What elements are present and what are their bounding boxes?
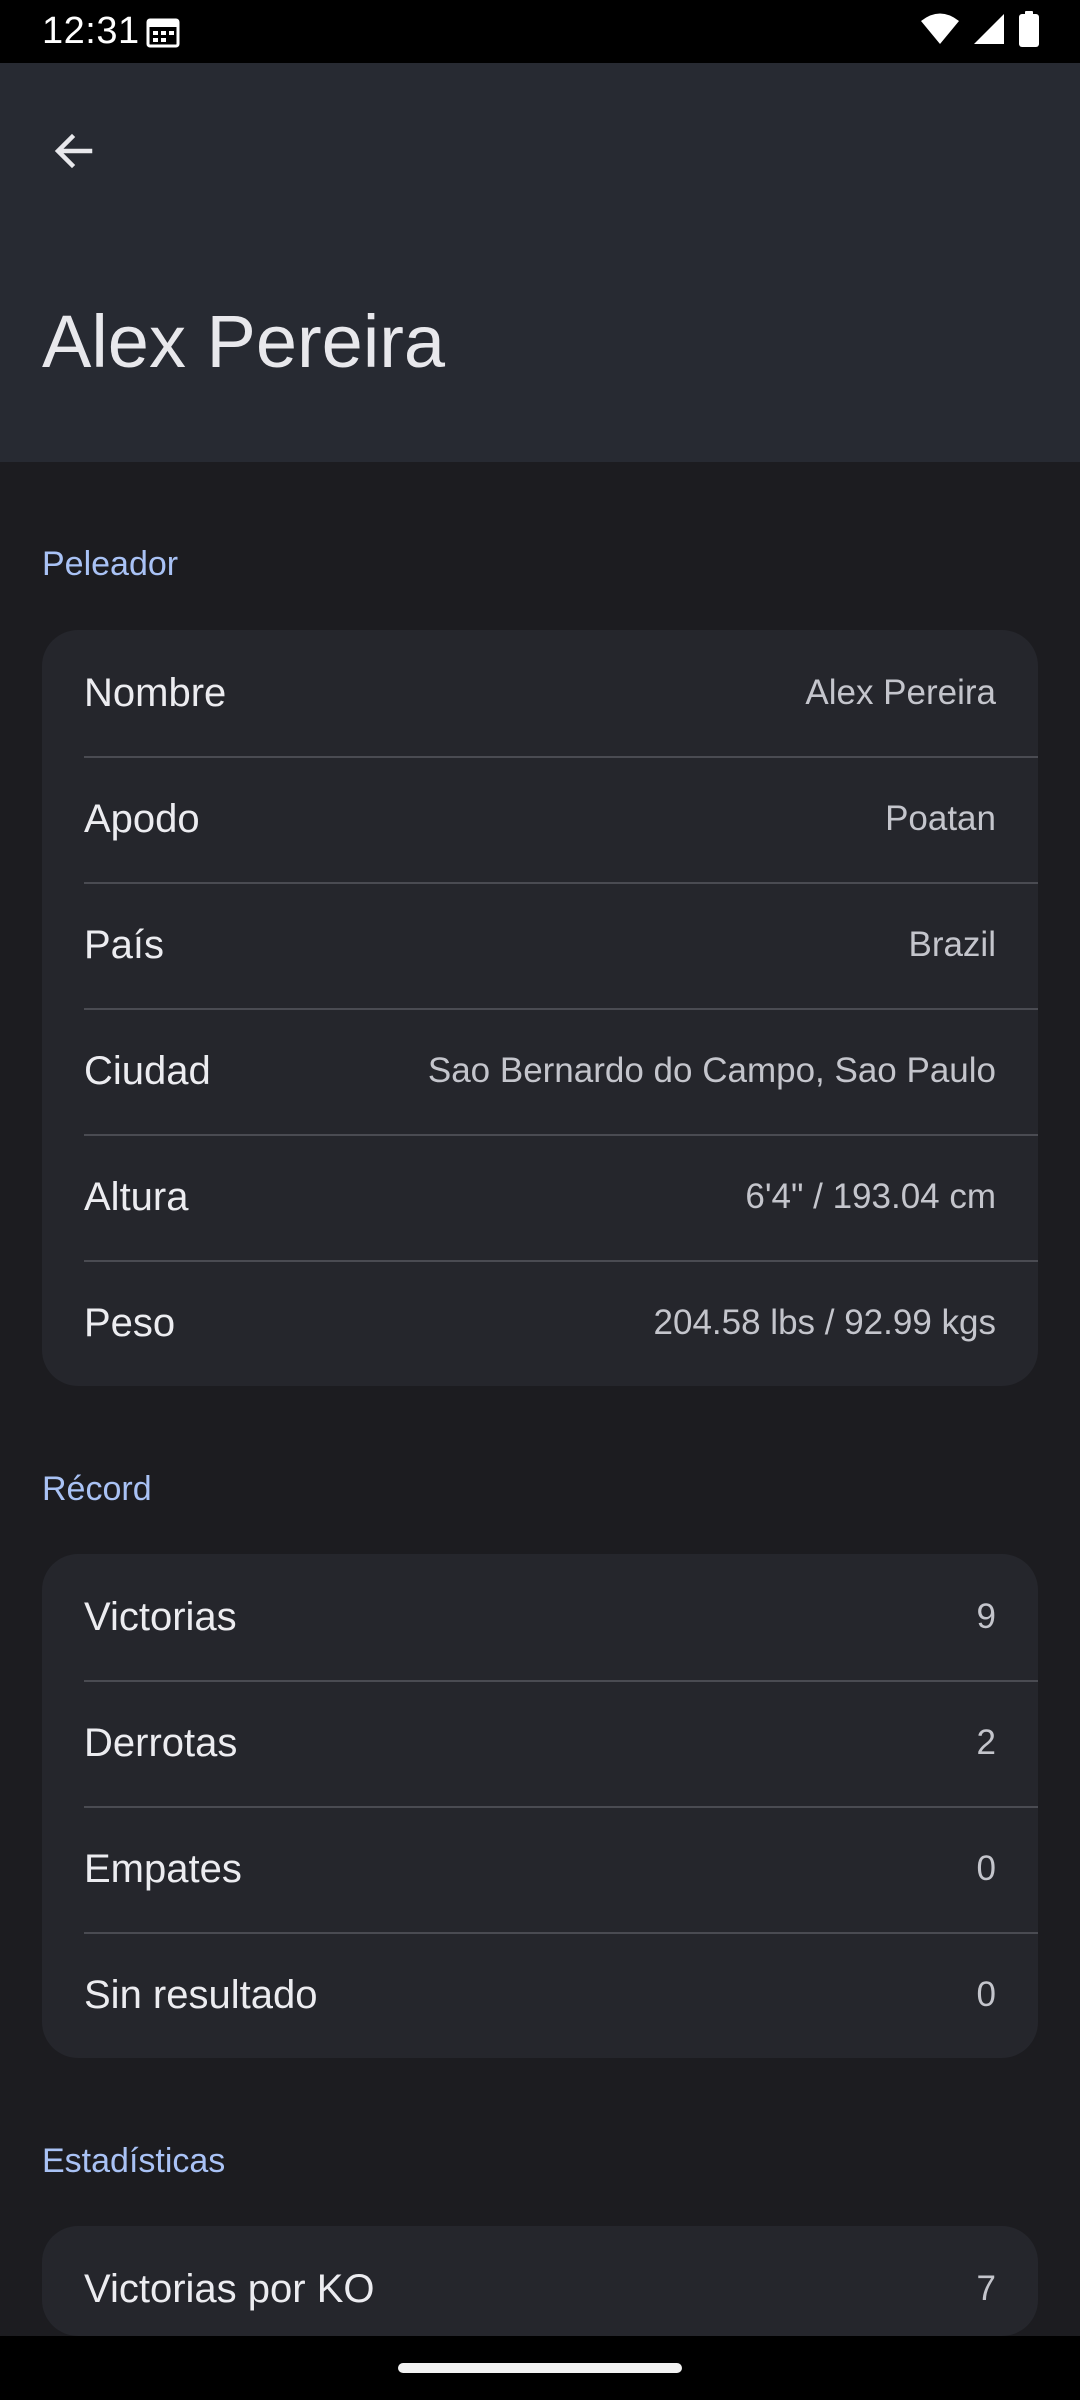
arrow-back-icon	[50, 127, 98, 180]
stats-card: Victorias por KO 7	[42, 2226, 1038, 2336]
row-value: 2	[976, 1723, 996, 1762]
home-gesture-handle[interactable]	[398, 2363, 682, 2373]
row-value: 0	[976, 1975, 996, 2014]
list-item: País Brazil	[42, 882, 1038, 1008]
row-value: 0	[976, 1849, 996, 1888]
row-label: Ciudad	[84, 1048, 211, 1093]
row-label: Apodo	[84, 796, 200, 841]
list-item: Apodo Poatan	[42, 756, 1038, 882]
row-label: Nombre	[84, 670, 227, 715]
row-value: Sao Bernardo do Campo, Sao Paulo	[427, 1051, 996, 1090]
row-label: Victorias	[84, 1594, 237, 1639]
navigation-bar	[0, 2336, 1080, 2400]
list-item: Nombre Alex Pereira	[42, 630, 1038, 756]
wifi-icon	[920, 12, 960, 51]
list-item: Victorias 9	[42, 1554, 1038, 1680]
row-label: País	[84, 922, 165, 967]
section-header-stats: Estadísticas	[42, 2142, 226, 2180]
page-title: Alex Pereira	[42, 300, 446, 383]
back-button[interactable]	[34, 113, 114, 193]
section-header-fighter: Peleador	[42, 545, 179, 583]
app-bar: Alex Pereira	[0, 63, 1080, 462]
calendar-icon	[146, 16, 180, 48]
row-value: 7	[976, 2269, 996, 2308]
list-item: Victorias por KO 7	[42, 2226, 1038, 2336]
battery-icon	[1018, 10, 1040, 52]
row-label: Victorias por KO	[84, 2266, 375, 2311]
list-item: Sin resultado 0	[42, 1932, 1038, 2058]
section-header-record: Récord	[42, 1470, 152, 1508]
row-label: Sin resultado	[84, 1972, 318, 2017]
fighter-info-card: Nombre Alex Pereira Apodo Poatan País Br…	[42, 630, 1038, 1386]
row-value: 9	[976, 1597, 996, 1636]
row-value: Brazil	[908, 925, 996, 964]
row-value: Poatan	[885, 799, 996, 838]
row-value: Alex Pereira	[805, 673, 996, 712]
row-label: Altura	[84, 1174, 189, 1219]
row-value: 6'4" / 193.04 cm	[745, 1177, 996, 1216]
status-time: 12:31	[42, 10, 140, 52]
row-label: Peso	[84, 1300, 176, 1345]
record-card: Victorias 9 Derrotas 2 Empates 0 Sin res…	[42, 1554, 1038, 2058]
list-item: Derrotas 2	[42, 1680, 1038, 1806]
list-item: Empates 0	[42, 1806, 1038, 1932]
row-label: Derrotas	[84, 1720, 238, 1765]
list-item: Peso 204.58 lbs / 92.99 kgs	[42, 1260, 1038, 1386]
status-bar: 12:31	[0, 0, 1080, 63]
signal-icon	[972, 12, 1006, 51]
list-item: Ciudad Sao Bernardo do Campo, Sao Paulo	[42, 1008, 1038, 1134]
list-item: Altura 6'4" / 193.04 cm	[42, 1134, 1038, 1260]
row-label: Empates	[84, 1846, 242, 1891]
row-value: 204.58 lbs / 92.99 kgs	[653, 1303, 996, 1342]
